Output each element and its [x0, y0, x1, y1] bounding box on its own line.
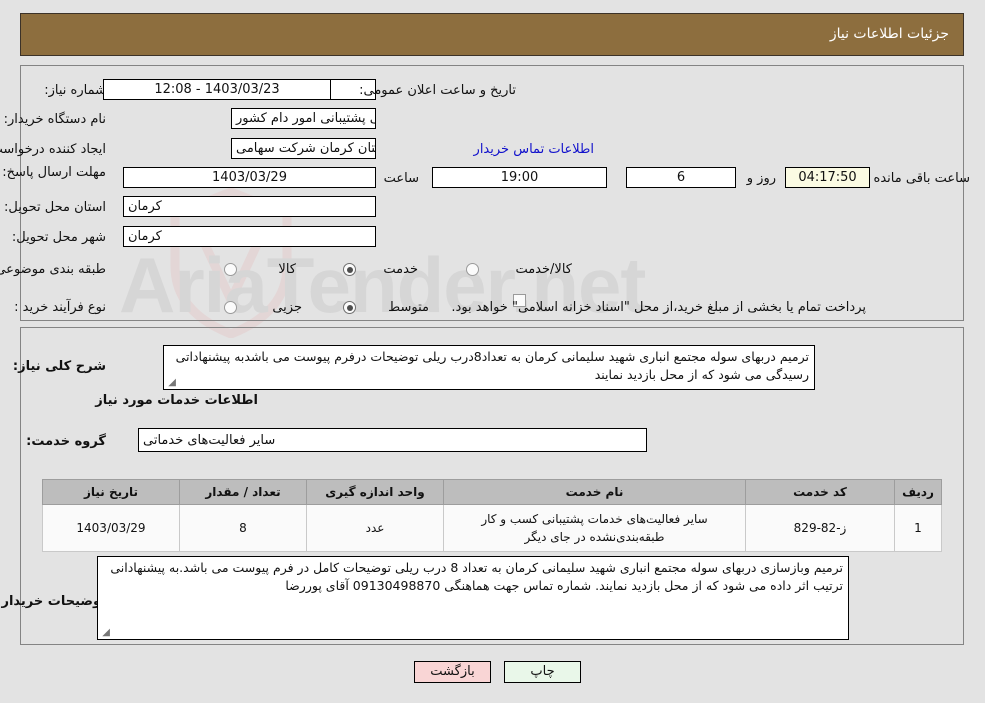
remaining-time-value: 04:17:50	[786, 167, 871, 188]
deadline-label: مهلت ارسال پاسخ: تا تاریخ:	[0, 164, 107, 182]
service-group-label: گروه خدمت:	[27, 434, 107, 449]
buyer-org-label: نام دستگاه خریدار:	[4, 112, 107, 127]
cell-service-name: سایر فعالیت‌های خدمات پشتیبانی کسب و کار…	[444, 504, 747, 552]
radio-process-motavasset[interactable]	[344, 301, 357, 314]
services-section-title: اطلاعات خدمات مورد نیاز	[96, 393, 259, 408]
requester-label: ایجاد کننده درخواست:	[0, 142, 107, 157]
radio-category-kala-khedmat-label: کالا/خدمت	[516, 262, 573, 277]
buyer-notes-textarea[interactable]: ترمیم وبازسازی دربهای سوله مجتمع انباری …	[98, 556, 850, 640]
remaining-days-label: روز و	[747, 171, 777, 186]
announce-datetime-value: 1403/03/23 - 12:08	[104, 79, 332, 100]
resize-grip-icon-notes[interactable]: ◢	[101, 628, 111, 638]
print-button[interactable]: چاپ	[505, 661, 582, 683]
deadline-hour-value: 19:00	[433, 167, 608, 188]
announce-datetime-label: تاریخ و ساعت اعلان عمومی:	[360, 83, 517, 98]
buyer-notes-label: توضیحات خریدار:	[0, 594, 107, 609]
resize-grip-icon[interactable]: ◢	[167, 378, 177, 388]
cell-service-code: ز-82-829	[746, 504, 896, 552]
need-number-label: شماره نیاز:	[45, 83, 107, 98]
remaining-days-value: 6	[627, 167, 737, 188]
radio-process-motavasset-label: متوسط	[389, 300, 430, 315]
requester-value: مجید حبیبی فتح آبادی کاربرداز پشتیبانی ا…	[232, 138, 377, 159]
radio-category-kala-label: کالا	[279, 262, 297, 277]
cell-row-no: 1	[895, 504, 943, 552]
province-value: کرمان	[124, 196, 377, 217]
remaining-time-label: ساعت باقی مانده	[874, 171, 971, 186]
services-table: ردیف کد خدمت نام خدمت واحد اندازه گیری ت…	[43, 479, 943, 552]
cell-unit: عدد	[307, 504, 445, 552]
radio-process-jozi[interactable]	[225, 301, 238, 314]
table-row: 1 ز-82-829 سایر فعالیت‌های خدمات پشتیبان…	[43, 504, 943, 552]
col-quantity: تعداد / مقدار	[180, 479, 308, 505]
need-summary-text: ترمیم دربهای سوله مجتمع انباری شهید سلیم…	[176, 349, 810, 383]
table-header-row: ردیف کد خدمت نام خدمت واحد اندازه گیری ت…	[43, 479, 943, 505]
province-label: استان محل تحویل:	[5, 200, 107, 215]
page-title: جزئیات اطلاعات نیاز	[830, 26, 950, 42]
buyer-contact-link[interactable]: اطلاعات تماس خریدار	[475, 142, 595, 157]
col-need-date: تاریخ نیاز	[43, 479, 181, 505]
buyer-notes-text: ترمیم وبازسازی دربهای سوله مجتمع انباری …	[111, 560, 844, 594]
col-service-code: کد خدمت	[746, 479, 896, 505]
need-summary-textarea[interactable]: ترمیم دربهای سوله مجتمع انباری شهید سلیم…	[164, 345, 816, 390]
deadline-hour-label: ساعت	[384, 171, 420, 186]
col-unit: واحد اندازه گیری	[307, 479, 445, 505]
radio-category-khedmat-label: خدمت	[384, 262, 419, 277]
back-button[interactable]: بازگشت	[415, 661, 492, 683]
radio-category-kala-khedmat[interactable]	[467, 263, 480, 276]
process-label: نوع فرآیند خرید :	[15, 300, 107, 315]
need-info-panel	[21, 65, 965, 321]
radio-process-jozi-label: جزیی	[273, 300, 303, 315]
radio-category-kala[interactable]	[225, 263, 238, 276]
city-value: کرمان	[124, 226, 377, 247]
service-group-value: سایر فعالیت‌های خدماتی	[139, 428, 648, 452]
category-label: طبقه بندی موضوعی:	[0, 262, 107, 277]
radio-category-khedmat[interactable]	[344, 263, 357, 276]
col-service-name: نام خدمت	[444, 479, 747, 505]
city-label: شهر محل تحویل:	[12, 230, 107, 245]
page-header-bar: جزئیات اطلاعات نیاز	[21, 13, 965, 56]
cell-need-date: 1403/03/29	[43, 504, 181, 552]
col-row-no: ردیف	[895, 479, 943, 505]
treasury-bonds-text: پرداخت تمام یا بخشی از مبلغ خرید،از محل …	[452, 300, 867, 315]
cell-quantity: 8	[180, 504, 308, 552]
need-summary-label: شرح کلی نیاز:	[13, 359, 107, 374]
buyer-org-value: شرکت سهامی پشتیبانی امور دام کشور	[232, 108, 377, 129]
deadline-label-text: مهلت ارسال پاسخ: تا تاریخ:	[0, 165, 107, 180]
deadline-date-value: 1403/03/29	[124, 167, 377, 188]
